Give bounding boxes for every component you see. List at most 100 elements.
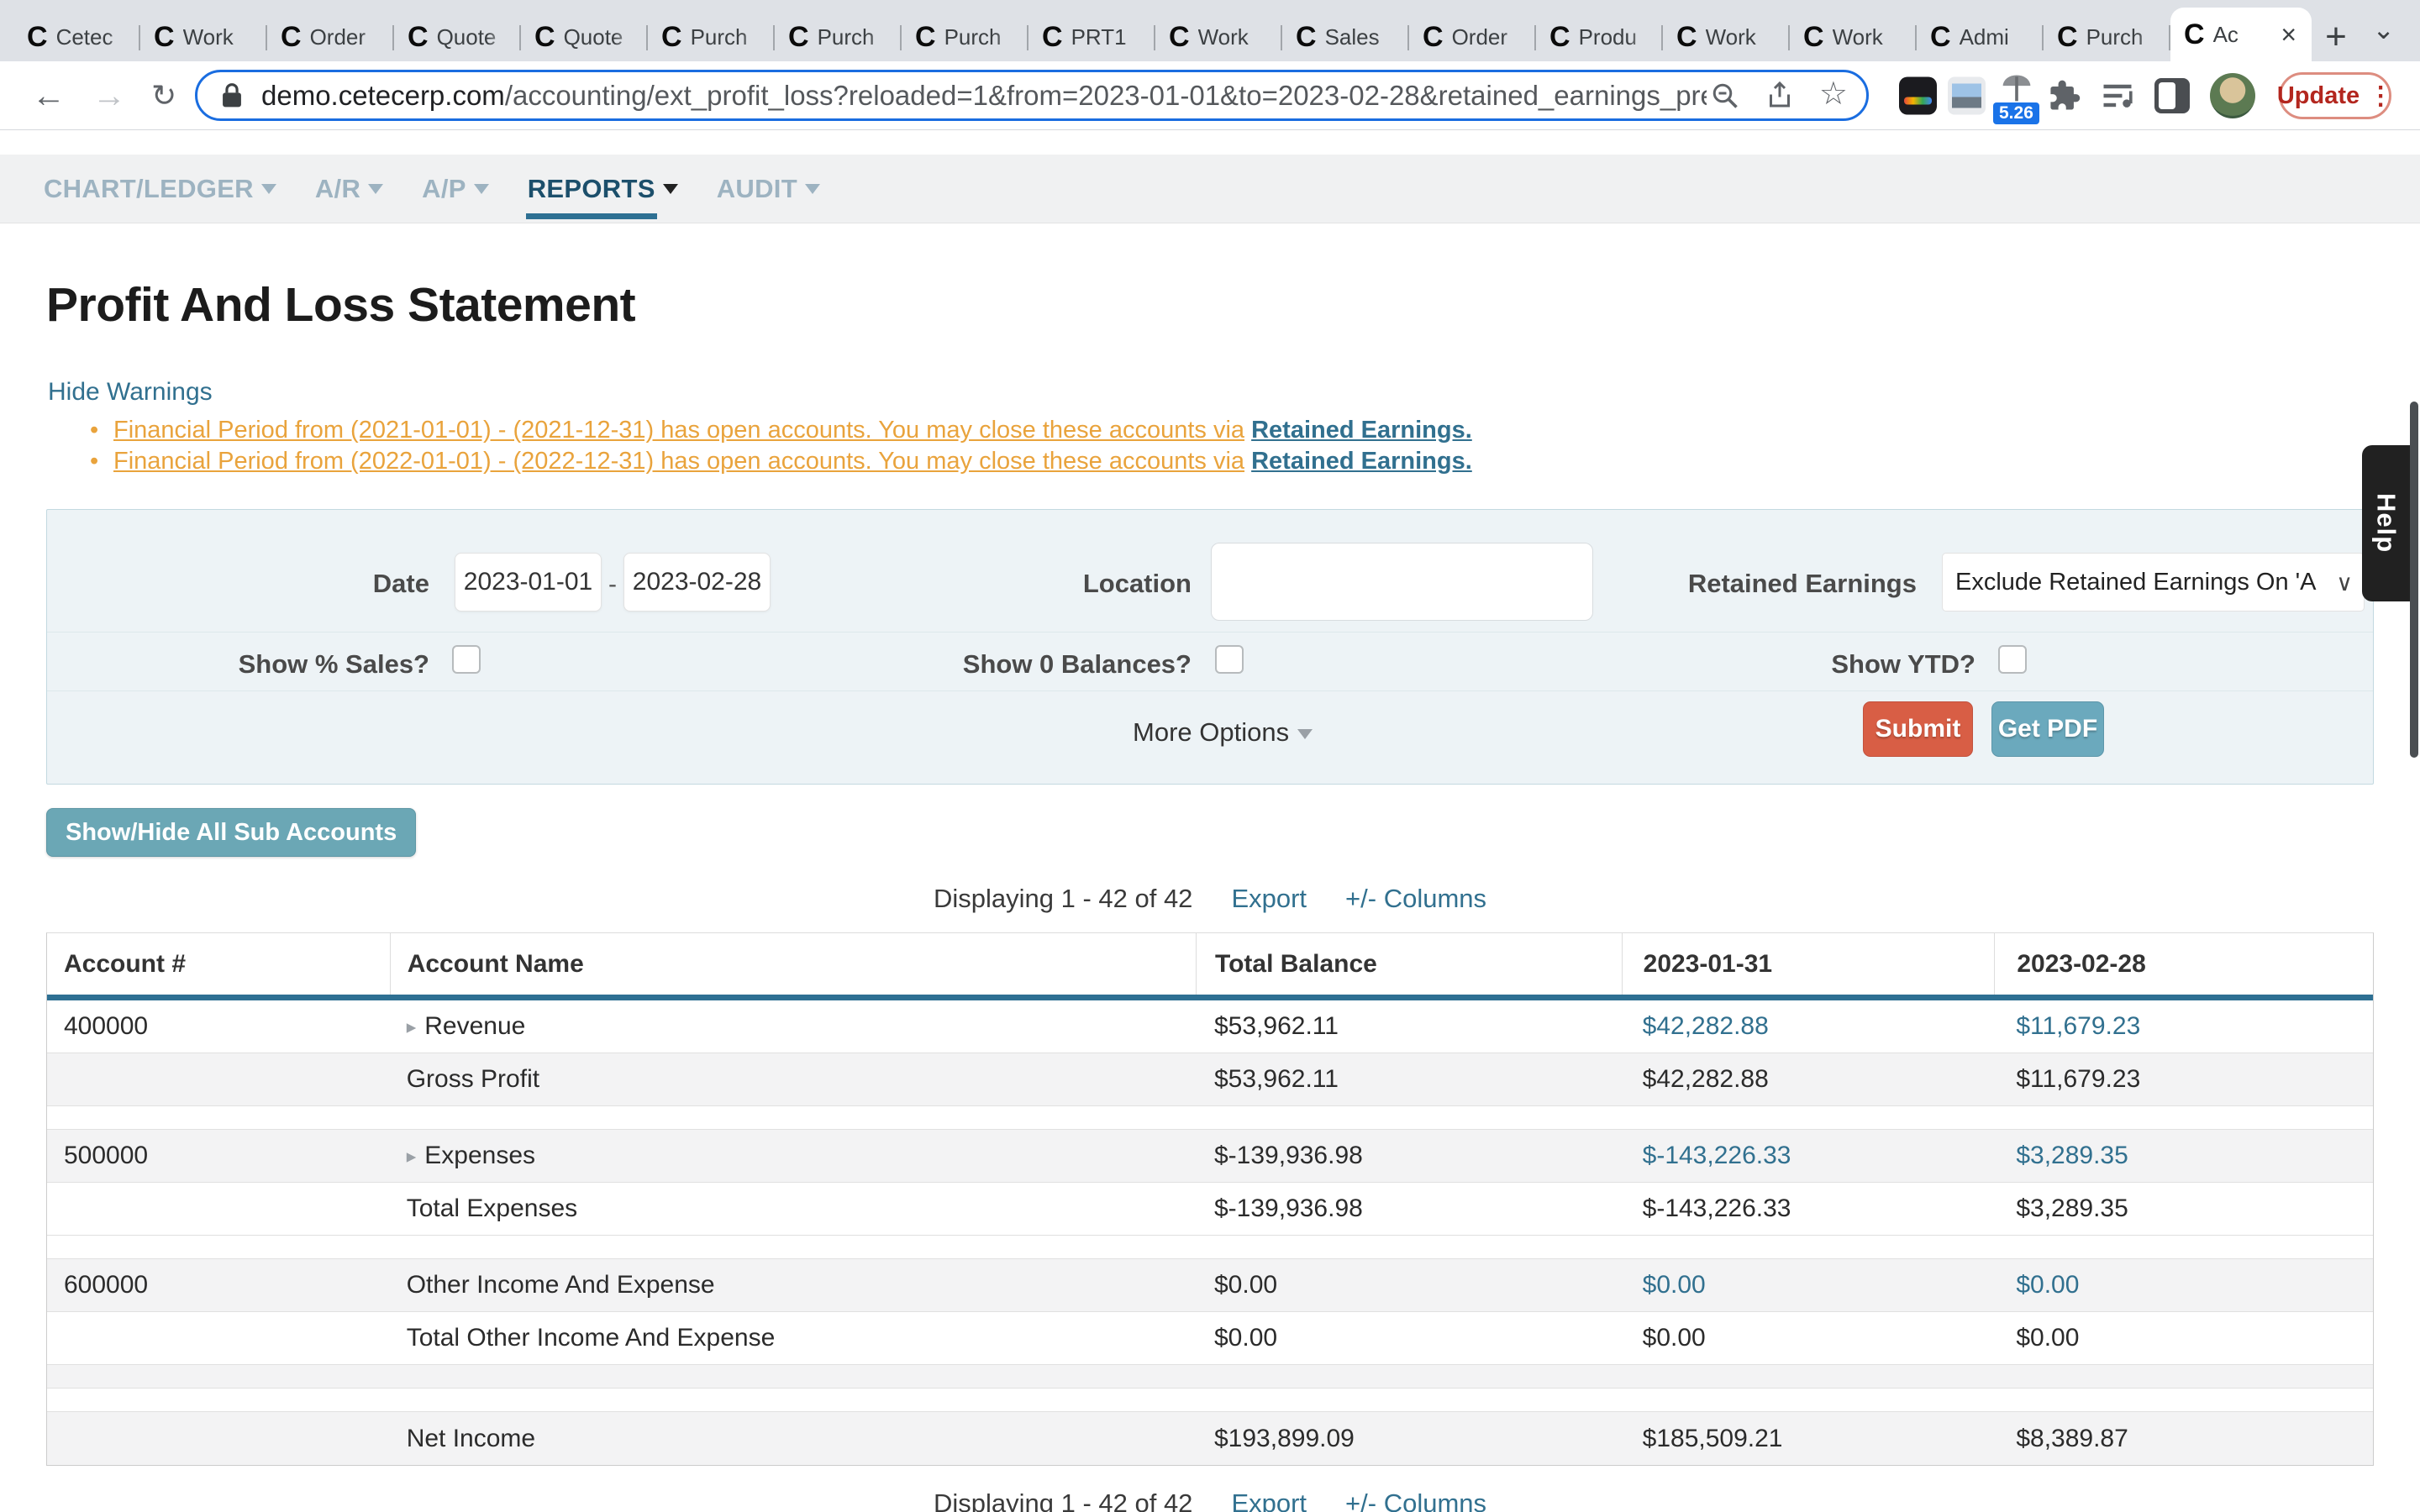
get-pdf-button[interactable]: Get PDF — [1991, 701, 2104, 757]
col-header-month2[interactable]: 2023-02-28 — [1994, 933, 2373, 995]
browser-tab[interactable]: COrder — [1409, 13, 1536, 61]
browser-tab[interactable]: CQuote — [521, 13, 648, 61]
extensions-puzzle-icon[interactable] — [2045, 77, 2082, 114]
date-to-input[interactable] — [623, 553, 771, 612]
browser-tab[interactable]: CPurch — [775, 13, 902, 61]
playlist-extension-icon[interactable] — [2099, 77, 2136, 114]
share-icon[interactable] — [1765, 81, 1795, 111]
browser-tab[interactable]: CPRT1 — [1028, 13, 1155, 61]
browser-tab[interactable]: CWork — [1663, 13, 1790, 61]
browser-tab[interactable]: CQuote — [394, 13, 521, 61]
browser-menu-dots-icon[interactable]: ⋮ — [2368, 81, 2393, 111]
columns-link[interactable]: +/- Columns — [1345, 1488, 1486, 1512]
cell-month2: $3,289.35 — [1994, 1142, 2373, 1170]
cell-account-number: 500000 — [47, 1142, 390, 1170]
show-hide-sub-accounts-button[interactable]: Show/Hide All Sub Accounts — [46, 808, 416, 857]
retained-earnings-select[interactable]: Exclude Retained Earnings On 'A ∨ — [1942, 553, 2365, 612]
tab-close-icon[interactable]: × — [2279, 21, 2298, 48]
tab-label: Order — [310, 24, 381, 50]
new-tab-button[interactable]: + — [2312, 13, 2360, 61]
more-options-toggle[interactable]: More Options — [1133, 717, 1313, 748]
browser-tab[interactable]: CPurch — [648, 13, 775, 61]
col-header-account-number[interactable]: Account # — [47, 933, 390, 995]
scrollbar-thumb[interactable] — [2410, 402, 2418, 758]
month2-amount-link[interactable]: $0.00 — [2016, 1271, 2079, 1299]
extension-icon-photo[interactable] — [1948, 76, 1986, 114]
account-name-text: Total Expenses — [407, 1194, 577, 1223]
warning-link[interactable]: Financial Period from (2021-01-01) - (20… — [113, 417, 1244, 444]
month1-amount-link[interactable]: $0.00 — [1643, 1271, 1706, 1299]
browser-tab[interactable]: CWork — [140, 13, 267, 61]
tab-label: Quote — [564, 24, 634, 50]
browser-tab[interactable]: CWork — [1790, 13, 1917, 61]
cell-account-name: Other Income And Expense — [390, 1271, 1196, 1299]
help-tab[interactable]: Help — [2362, 445, 2410, 601]
tab-label: Order — [1452, 24, 1523, 50]
tab-label: Work — [1833, 24, 1903, 50]
nav-ar[interactable]: A/R — [315, 174, 383, 204]
browser-tab-active[interactable]: C Ac × — [2170, 8, 2312, 61]
browser-tab[interactable]: CWork — [1155, 13, 1282, 61]
extension-icon-badged[interactable]: 5.26 — [1998, 71, 2035, 121]
zoom-page-icon[interactable] — [1710, 81, 1740, 111]
cetec-favicon: C — [408, 23, 429, 51]
export-link[interactable]: Export — [1231, 884, 1307, 914]
nav-ap[interactable]: A/P — [422, 174, 489, 204]
nav-chart-ledger[interactable]: CHART/LEDGER — [44, 174, 276, 204]
browser-tab[interactable]: CCetec — [13, 13, 140, 61]
table-row-other-income: 600000 Other Income And Expense $0.00 $0… — [47, 1259, 2373, 1312]
back-button[interactable]: ← — [32, 79, 66, 113]
browser-tab[interactable]: CPurch — [902, 13, 1028, 61]
url-path: /accounting/ext_profit_loss?reloaded=1&f… — [505, 80, 1707, 111]
tab-label: Admi — [1960, 24, 2030, 50]
browser-tab[interactable]: COrder — [267, 13, 394, 61]
month1-amount-link[interactable]: $42,282.88 — [1643, 1012, 1769, 1040]
browser-tab[interactable]: CSales — [1282, 13, 1409, 61]
cell-month1: $0.00 — [1622, 1324, 1995, 1352]
export-link[interactable]: Export — [1231, 1488, 1307, 1512]
hide-warnings-link[interactable]: Hide Warnings — [48, 378, 213, 407]
extension-icon-dark[interactable] — [1899, 76, 1937, 114]
retained-earnings-link[interactable]: Retained Earnings. — [1251, 448, 1472, 475]
col-header-total-balance[interactable]: Total Balance — [1196, 933, 1622, 995]
expand-arrow-icon[interactable]: ▸ — [407, 1016, 417, 1038]
tab-search-chevron-icon[interactable]: ⌄ — [2372, 13, 2395, 45]
profile-avatar[interactable] — [2210, 73, 2255, 118]
warning-item: •Financial Period from (2022-01-01) - (2… — [113, 446, 1472, 477]
tab-label: Work — [1706, 24, 1776, 50]
expand-arrow-icon[interactable]: ▸ — [407, 1145, 417, 1168]
show-sales-checkbox[interactable] — [452, 645, 481, 674]
lock-icon[interactable] — [219, 81, 245, 110]
browser-tab[interactable]: CProdu — [1536, 13, 1663, 61]
browser-tab[interactable]: CAdmi — [1917, 13, 2044, 61]
submit-button[interactable]: Submit — [1863, 701, 1973, 757]
cell-month1: $0.00 — [1622, 1271, 1995, 1299]
table-row-total-other-income: Total Other Income And Expense $0.00 $0.… — [47, 1312, 2373, 1365]
columns-link[interactable]: +/- Columns — [1345, 884, 1486, 914]
nav-reports[interactable]: REPORTS — [528, 174, 678, 204]
retained-earnings-link[interactable]: Retained Earnings. — [1251, 417, 1472, 444]
show-ytd-checkbox[interactable] — [1998, 645, 2027, 674]
month2-amount-link[interactable]: $11,679.23 — [2016, 1012, 2140, 1040]
account-name-text: Expenses — [424, 1142, 535, 1170]
browser-tab[interactable]: CPurch — [2044, 13, 2170, 61]
address-bar[interactable]: demo.cetecerp.com/accounting/ext_profit_… — [195, 70, 1869, 121]
reload-button[interactable]: ↻ — [151, 81, 176, 111]
warning-link[interactable]: Financial Period from (2022-01-01) - (20… — [113, 448, 1244, 475]
cell-month2: $11,679.23 — [1994, 1012, 2373, 1041]
caret-down-icon — [1297, 729, 1313, 739]
chrome-update-button[interactable]: Update ⋮ — [2279, 72, 2391, 119]
more-options-label: More Options — [1133, 717, 1289, 748]
table-header-row: Account # Account Name Total Balance 202… — [47, 933, 2373, 1000]
month2-amount-link[interactable]: $3,289.35 — [2016, 1142, 2128, 1169]
nav-label: REPORTS — [528, 174, 655, 204]
forward-button[interactable]: → — [92, 79, 126, 113]
date-from-input[interactable] — [455, 553, 602, 612]
bookmark-star-icon[interactable]: ☆ — [1819, 74, 1848, 112]
side-panel-icon[interactable] — [2154, 78, 2190, 113]
month1-amount-link[interactable]: $-143,226.33 — [1643, 1142, 1791, 1169]
col-header-account-name[interactable]: Account Name — [390, 933, 1196, 995]
nav-audit[interactable]: AUDIT — [717, 174, 820, 204]
show-zero-checkbox[interactable] — [1215, 645, 1244, 674]
col-header-month1[interactable]: 2023-01-31 — [1622, 933, 1995, 995]
